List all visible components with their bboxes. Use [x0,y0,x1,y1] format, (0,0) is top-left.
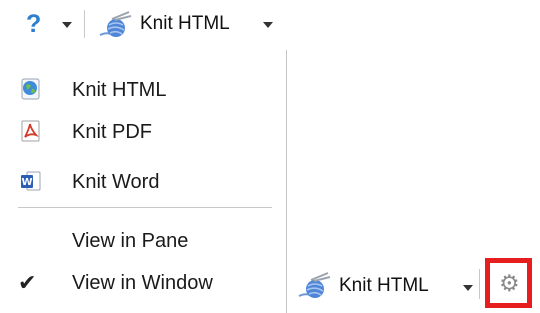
help-icon[interactable]: ? [26,12,41,37]
knit-dropdown-chevron-icon[interactable] [463,285,473,291]
menu-item-label: Knit PDF [72,121,153,143]
toolbar-separator [479,269,480,299]
knit-dropdown-chevron-icon[interactable] [263,22,273,28]
menu-item-label: Knit Word [72,171,160,193]
menu-item-view-in-window[interactable]: ✔ View in Window [0,264,286,306]
pdf-icon [21,120,40,142]
knit-yarn-icon[interactable] [297,271,331,301]
knit-dropdown-menu: Knit HTML Knit PDF W Knit Word View in P… [0,50,287,313]
knit-html-button-label[interactable]: Knit HTML [140,13,230,35]
globe-icon [21,78,40,100]
settings-gear-button[interactable]: ⚙ [485,258,532,308]
menu-item-knit-html[interactable]: Knit HTML [0,68,286,110]
menu-item-knit-word[interactable]: W Knit Word [0,160,286,202]
knit-yarn-icon[interactable] [98,10,132,40]
checkmark-icon: ✔ [18,270,37,295]
svg-text:W: W [21,177,32,188]
top-toolbar: ? Knit HTML [0,0,540,50]
toolbar-separator [84,10,85,38]
knit-html-button-label[interactable]: Knit HTML [339,275,429,297]
menu-item-label: Knit HTML [72,79,167,101]
help-dropdown-chevron-icon[interactable] [62,22,72,28]
menu-item-label: View in Window [72,272,213,294]
menu-item-view-in-pane[interactable]: View in Pane [0,219,286,261]
menu-divider [18,207,272,208]
gear-icon: ⚙ [499,270,520,296]
word-icon: W [21,171,41,191]
menu-item-knit-pdf[interactable]: Knit PDF [0,110,286,152]
menu-item-label: View in Pane [72,230,189,252]
